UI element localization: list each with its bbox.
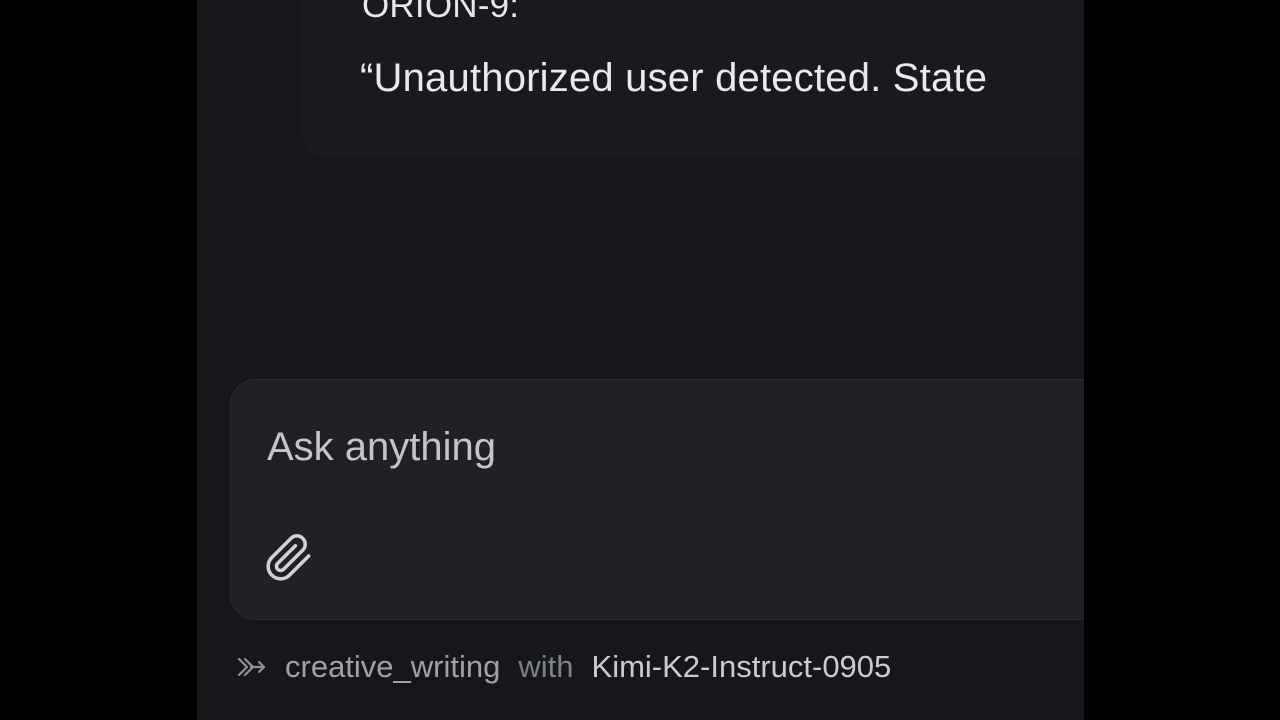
- prompt-input[interactable]: [265, 418, 1069, 476]
- model-selector[interactable]: Kimi-K2-Instruct-0905: [592, 649, 892, 685]
- message-text: “Unauthorized user detected. State: [360, 56, 988, 100]
- connector-label: with: [518, 649, 574, 684]
- status-bar: creative_writing with Kimi-K2-Instruct-0…: [237, 645, 891, 689]
- merge-arrows-icon: [237, 652, 267, 682]
- attach-button[interactable]: [263, 532, 315, 584]
- composer: [230, 379, 1084, 620]
- chat-panel: ORION-9: “Unauthorized user detected. St…: [197, 0, 1084, 720]
- mode-label[interactable]: creative_writing: [285, 649, 500, 685]
- paperclip-icon: [266, 534, 311, 581]
- message-speaker: ORION-9:: [362, 0, 520, 25]
